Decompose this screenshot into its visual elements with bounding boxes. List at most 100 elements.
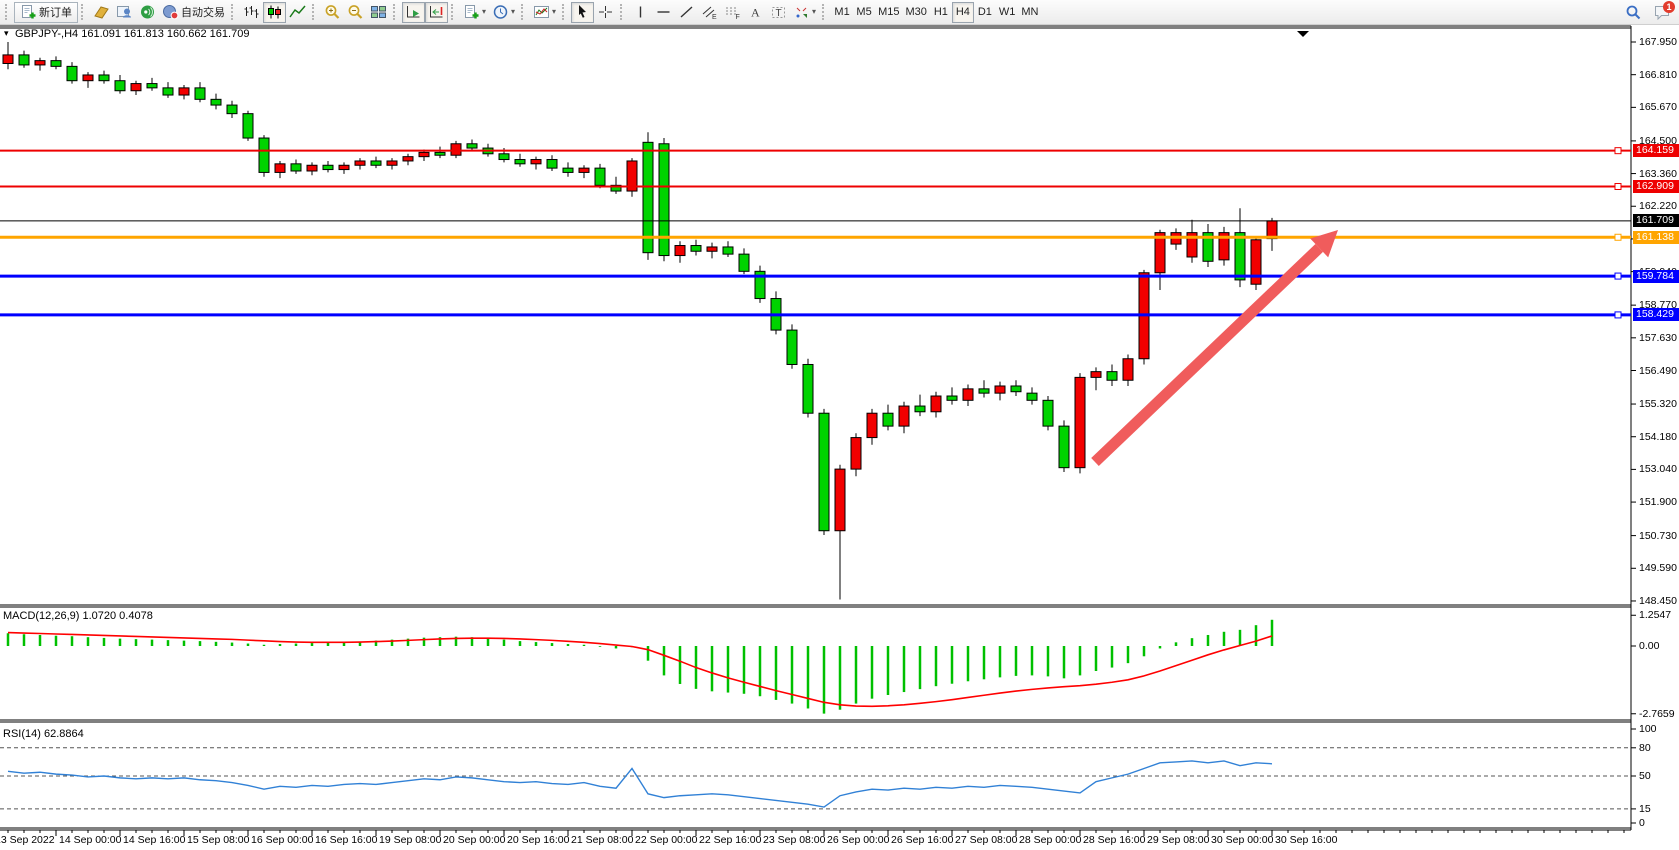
tf-m30[interactable]: M30 (902, 2, 929, 23)
chart-title-caret-icon[interactable]: ▾ (4, 28, 9, 39)
time-axis-label: 21 Sep 08:00 (571, 834, 633, 846)
bar-chart-button[interactable] (240, 2, 263, 23)
candlestick-chart-button[interactable] (263, 2, 286, 23)
price-axis-tick-label: 151.900 (1639, 496, 1677, 508)
tf-m5[interactable]: M5 (853, 2, 875, 23)
fibonacci-button[interactable]: F (721, 2, 744, 23)
toolbar-grip (822, 4, 828, 20)
macd-axis-tick-label: 1.2547 (1639, 609, 1671, 621)
charts-panel-button[interactable] (90, 2, 113, 23)
time-axis-label: 20 Sep 00:00 (443, 834, 505, 846)
main-toolbar: 新订单自动交易▾▾▾EFAT▾M1M5M15M30H1H4D1W1MN1 (0, 0, 1679, 25)
search-icon (1624, 4, 1641, 20)
dropdown-caret-icon: ▾ (812, 8, 816, 16)
price-axis-tick-label: 163.360 (1639, 168, 1677, 180)
time-axis-label: 28 Sep 16:00 (1083, 834, 1145, 846)
zoom-in-button[interactable] (321, 2, 344, 23)
channel-icon: E (701, 4, 718, 20)
fibo-icon: F (724, 4, 741, 20)
tf-h4[interactable]: H4 (952, 2, 974, 23)
macd-axis-tick-label: -2.7659 (1639, 708, 1675, 720)
line-chart-button[interactable] (286, 2, 309, 23)
macd-indicator-label: MACD(12,26,9) 1.0720 0.4078 (3, 610, 153, 622)
hline-price-label: 162.909 (1633, 180, 1679, 193)
auto-scroll-button[interactable] (402, 2, 425, 23)
trend-icon (678, 4, 695, 20)
chartshift-icon (428, 4, 445, 20)
dropdown-caret-icon: ▾ (482, 8, 486, 16)
time-axis-label: 19 Sep 08:00 (379, 834, 441, 846)
time-axis-label: 22 Sep 00:00 (635, 834, 697, 846)
price-axis-tick-label: 149.590 (1639, 562, 1677, 574)
tf-m15[interactable]: M15 (875, 2, 902, 23)
cursor-icon (574, 4, 591, 20)
rsi-axis-tick-label: 50 (1639, 770, 1651, 782)
toolbar-grip (521, 4, 527, 20)
hline-price-label: 159.784 (1633, 270, 1679, 283)
chart-canvas[interactable] (0, 25, 1679, 850)
cursor-button[interactable] (571, 2, 594, 23)
tf-h1[interactable]: H1 (930, 2, 952, 23)
tf-w1-label: W1 (999, 6, 1016, 18)
price-axis-tick-label: 162.220 (1639, 200, 1677, 212)
zoom-out-button[interactable] (344, 2, 367, 23)
new-chart-button[interactable]: ▾ (460, 2, 489, 23)
profiles-button[interactable]: ▾ (489, 2, 518, 23)
chart-area[interactable]: ▾ GBPJPY-,H4 161.091 161.813 160.662 161… (0, 25, 1679, 850)
toolbar-grip (620, 4, 626, 20)
zoom-in-icon (324, 4, 341, 20)
chart-title: GBPJPY-,H4 161.091 161.813 160.662 161.7… (15, 28, 249, 40)
arrows-button[interactable]: ▾ (790, 2, 819, 23)
equidistant-channel-button[interactable]: E (698, 2, 721, 23)
navigator-button[interactable] (113, 2, 136, 23)
doc-plus-icon (463, 4, 480, 20)
notifications-button[interactable]: 1 (1650, 1, 1673, 22)
textlabel-icon: T (770, 4, 787, 20)
dropdown-caret-icon: ▾ (552, 8, 556, 16)
crosshair-button[interactable] (594, 2, 617, 23)
tile-windows-button[interactable] (367, 2, 390, 23)
hline-icon (655, 4, 672, 20)
toolbar-grip (81, 4, 87, 20)
text-button[interactable]: A (744, 2, 767, 23)
toolbar-grip (451, 4, 457, 20)
macd-axis-tick-label: 0.00 (1639, 640, 1659, 652)
new-order-button-label: 新订单 (39, 4, 72, 20)
price-axis-tick-label: 167.950 (1639, 36, 1677, 48)
trendline-button[interactable] (675, 2, 698, 23)
tf-d1[interactable]: D1 (974, 2, 996, 23)
rsi-axis-tick-label: 15 (1639, 803, 1651, 815)
signals-button[interactable] (136, 2, 159, 23)
search-button[interactable] (1621, 1, 1644, 22)
svg-text:F: F (736, 14, 740, 20)
toolbar-grip (562, 4, 568, 20)
tf-h1-label: H1 (934, 6, 948, 18)
price-axis-tick-label: 153.040 (1639, 463, 1677, 475)
rsi-axis-tick-label: 80 (1639, 742, 1651, 754)
time-axis-label: 28 Sep 00:00 (1019, 834, 1081, 846)
signal-icon (139, 4, 156, 20)
tf-w1[interactable]: W1 (996, 2, 1019, 23)
notification-badge: 1 (1663, 1, 1675, 13)
tf-m5-label: M5 (856, 6, 871, 18)
chart-shift-button[interactable] (425, 2, 448, 23)
svg-text:A: A (751, 6, 760, 20)
gold-icon (93, 4, 110, 20)
tf-mn[interactable]: MN (1018, 2, 1041, 23)
hline-price-label: 158.429 (1633, 308, 1679, 321)
new-order-button[interactable]: 新订单 (14, 2, 78, 23)
horizontal-line-button[interactable] (652, 2, 675, 23)
autotrading-button[interactable]: 自动交易 (159, 2, 228, 23)
tf-m1[interactable]: M1 (831, 2, 853, 23)
text-label-button[interactable]: T (767, 2, 790, 23)
vertical-line-button[interactable] (629, 2, 652, 23)
time-axis-label: 26 Sep 00:00 (827, 834, 889, 846)
svg-text:E: E (712, 14, 717, 20)
tf-mn-label: MN (1021, 6, 1038, 18)
arrows-icon (793, 4, 810, 20)
rsi-indicator-label: RSI(14) 62.8864 (3, 728, 84, 740)
autotrading-button-label: 自动交易 (181, 4, 225, 20)
price-axis-tick-label: 148.450 (1639, 595, 1677, 607)
indicators-button[interactable]: ▾ (530, 2, 559, 23)
price-axis-tick-label: 166.810 (1639, 69, 1677, 81)
